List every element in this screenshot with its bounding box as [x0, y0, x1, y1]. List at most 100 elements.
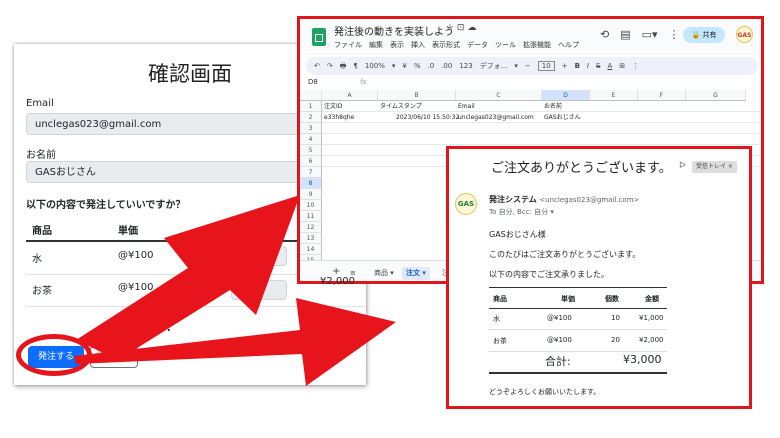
row-number[interactable]: 13: [300, 233, 322, 244]
tab-products[interactable]: 商品 ▾: [370, 267, 398, 280]
total-value: ¥3,000: [623, 353, 662, 366]
column-header[interactable]: F: [638, 90, 686, 101]
column-header[interactable]: A: [322, 90, 378, 101]
toolbar: ↶ ↷ 🖶 ¶ 100% ▾ ¥% .0.00 123 デフォ... ▾ −10 + B I S A ⊞ ⋮: [306, 57, 758, 75]
menu-edit[interactable]: 編集: [369, 41, 383, 49]
thanks-text: このたびはご注文ありがとうございます。: [489, 250, 641, 259]
font-select[interactable]: デフォ...: [480, 62, 508, 70]
row-number[interactable]: 12: [300, 222, 322, 233]
row-item: 水: [32, 254, 42, 265]
row-number[interactable]: 8: [300, 178, 322, 189]
corner-cell[interactable]: [300, 90, 322, 101]
increase-decimal-button[interactable]: .00: [441, 62, 452, 70]
row-number[interactable]: 2: [300, 112, 322, 123]
text-color-button[interactable]: A: [607, 62, 612, 70]
row-number[interactable]: 1: [300, 101, 322, 112]
row-number[interactable]: 4: [300, 134, 322, 145]
font-dropdown-icon[interactable]: ▾: [514, 62, 518, 70]
fix-button[interactable]: 修正する: [90, 346, 138, 368]
header-price: 単価: [561, 295, 575, 303]
print-icon[interactable]: 🖶: [340, 62, 347, 70]
column-header[interactable]: D: [542, 90, 590, 101]
header-icons: ⟲ ▤ ▭▾ ⋮: [600, 28, 691, 41]
recipient-line[interactable]: To 自分, Bcc: 自分 ▾: [489, 207, 554, 217]
email-window: ご注文ありがとうございます。 ᐅ 受信トレイ × GAS 発注システム <unc…: [446, 146, 752, 409]
cell-b1[interactable]: タイムスタンプ: [380, 101, 422, 112]
italic-button[interactable]: I: [587, 62, 589, 70]
menu-data[interactable]: データ: [467, 41, 488, 49]
comment-icon[interactable]: ▤: [620, 28, 630, 41]
menu-file[interactable]: ファイル: [334, 41, 362, 49]
cell-a2[interactable]: e33h8qhe: [324, 112, 354, 123]
history-icon[interactable]: ⟲: [600, 28, 609, 41]
menu-format[interactable]: 表示形式: [432, 41, 460, 49]
row-amount: ¥2,000: [320, 276, 355, 287]
table-row: 水 @¥100 10 ¥1,000: [489, 307, 667, 330]
bold-button[interactable]: B: [575, 62, 580, 70]
quantity-input[interactable]: [231, 246, 287, 266]
column-header[interactable]: G: [686, 90, 746, 101]
row-number[interactable]: 5: [300, 145, 322, 156]
font-size-input[interactable]: 10: [537, 61, 555, 71]
zoom-dropdown-icon[interactable]: ▾: [392, 62, 396, 70]
inbox-badge[interactable]: 受信トレイ ×: [692, 161, 737, 173]
avatar[interactable]: GAS: [736, 26, 753, 43]
font-size-increase[interactable]: +: [562, 62, 568, 70]
quantity-input[interactable]: 20: [231, 280, 287, 300]
cell-c2[interactable]: unclegas023@gmail.com: [458, 112, 534, 123]
decrease-decimal-button[interactable]: .0: [427, 62, 434, 70]
sender-name: 発注システム: [489, 195, 537, 204]
more-toolbar-icon[interactable]: ⋮: [632, 62, 639, 70]
percent-format-button[interactable]: %: [414, 62, 421, 70]
zoom-select[interactable]: 100%: [365, 62, 385, 70]
row-price: @¥100: [118, 250, 154, 261]
row-price: @¥100: [547, 314, 572, 322]
column-header[interactable]: E: [590, 90, 638, 101]
row-number[interactable]: 10: [300, 200, 322, 211]
row-number[interactable]: 6: [300, 156, 322, 167]
row-number[interactable]: 11: [300, 211, 322, 222]
email-subject: ご注文ありがとうございます。: [491, 161, 672, 176]
cell-b2[interactable]: 2023/06/10 15:50:32: [396, 112, 459, 123]
row-price: @¥100: [547, 336, 572, 344]
menu-extensions[interactable]: 拡張機能: [523, 41, 551, 49]
menu-insert[interactable]: 挿入: [411, 41, 425, 49]
row-item: お茶: [32, 286, 52, 297]
row-number[interactable]: 9: [300, 189, 322, 200]
font-size-decrease[interactable]: −: [525, 62, 531, 70]
star-icon[interactable]: ☆ ⊡ ☁: [446, 23, 476, 33]
grid-line: [322, 133, 760, 134]
sheet-title[interactable]: 発注後の動きを実装しよう: [334, 23, 454, 38]
meet-icon[interactable]: ▭▾: [642, 28, 658, 41]
highlight-circle: [16, 334, 92, 376]
share-button[interactable]: 🔒 共有: [683, 27, 725, 43]
column-header[interactable]: C: [456, 90, 542, 101]
row-number[interactable]: 7: [300, 167, 322, 178]
cell-d2[interactable]: GASおじさん: [544, 112, 581, 123]
formula-icon: fx: [360, 78, 367, 86]
tab-orders[interactable]: 注文 ▾: [402, 267, 430, 280]
cell-c1[interactable]: Email: [458, 101, 475, 112]
redo-icon[interactable]: ↷: [327, 62, 333, 70]
row-number[interactable]: 3: [300, 123, 322, 134]
sheet-header: 発注後の動きを実装しよう ☆ ⊡ ☁ ファイル 編集 表示 挿入 表示形式 データ ツール拡…: [300, 19, 761, 55]
grid-line: [322, 122, 760, 123]
currency-format-button[interactable]: ¥: [402, 62, 406, 70]
paint-format-icon[interactable]: ¶: [353, 62, 357, 70]
cell-d1[interactable]: お名前: [544, 101, 562, 112]
menu-view[interactable]: 表示: [390, 41, 404, 49]
menu-help[interactable]: ヘルプ: [558, 41, 579, 49]
col-price-header: 単価: [118, 226, 138, 237]
more-icon[interactable]: ⋮: [669, 28, 680, 41]
column-header[interactable]: B: [378, 90, 456, 101]
name-box[interactable]: D8: [308, 78, 318, 86]
cell-a1[interactable]: 注文ID: [324, 101, 342, 112]
strikethrough-button[interactable]: S: [596, 62, 600, 70]
number-format-button[interactable]: 123: [459, 62, 472, 70]
row-price: @¥100: [118, 282, 154, 293]
row-number[interactable]: 14: [300, 244, 322, 255]
borders-icon[interactable]: ⊞: [619, 62, 625, 70]
undo-icon[interactable]: ↶: [314, 62, 320, 70]
email-label: Email: [26, 98, 54, 109]
menu-tools[interactable]: ツール: [495, 41, 516, 49]
